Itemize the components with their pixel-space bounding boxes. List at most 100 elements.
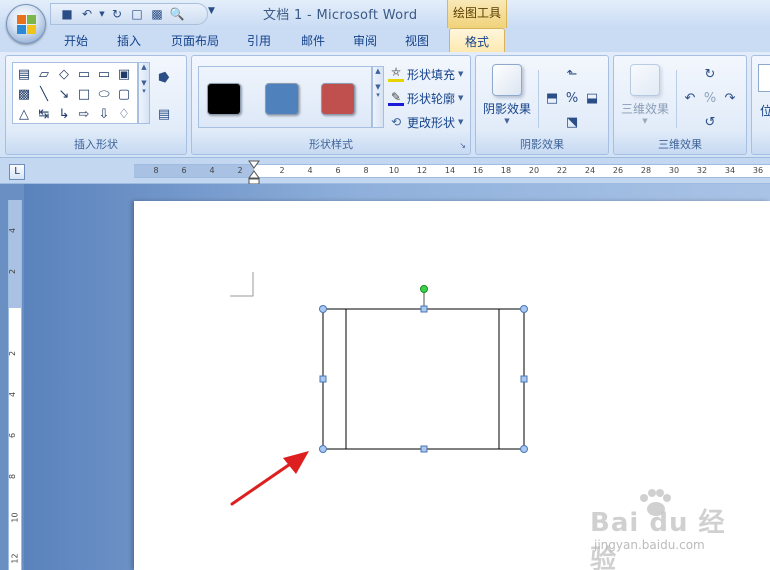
tilt-left-icon[interactable]: ↶ <box>682 90 698 106</box>
indent-markers-icon[interactable] <box>248 160 260 186</box>
shape-rectangle-icon[interactable]: ▭ <box>95 65 113 83</box>
customize-qat-icon[interactable]: ▼ <box>208 6 215 16</box>
shape-rect-small-icon[interactable]: □ <box>75 85 93 103</box>
tab-home[interactable]: 开始 <box>52 28 100 52</box>
shape-parallelogram-icon[interactable]: ▱ <box>35 65 53 83</box>
tab-review[interactable]: 审阅 <box>342 28 388 52</box>
nudge-shadow-right-icon[interactable]: ⬓ <box>584 90 600 106</box>
office-logo-icon <box>17 15 37 35</box>
shape-rounded-rect-icon[interactable]: ▭ <box>75 65 93 83</box>
shape-outline-button[interactable]: ✎ 形状轮廓 ▼ <box>388 88 463 108</box>
shape-fill-button[interactable]: ⛤ 形状填充 ▼ <box>388 64 463 84</box>
ruler-tick-label: 14 <box>444 166 456 175</box>
save-icon[interactable]: ■ <box>59 6 75 22</box>
new-icon[interactable]: □ <box>129 6 145 22</box>
shape-elbow-arrow-icon[interactable]: ↳ <box>55 105 73 123</box>
nudge-shadow-down-icon[interactable]: ⬔ <box>564 114 580 130</box>
shape-arrow-line-icon[interactable]: ↘ <box>55 85 73 103</box>
ruler-tick-label: 24 <box>584 166 596 175</box>
shadow-on-off-icon[interactable]: % <box>564 90 580 106</box>
separator <box>676 70 677 128</box>
tilt-up-icon[interactable]: ↻ <box>702 66 718 82</box>
print-preview-icon[interactable]: 🔍 <box>169 6 185 22</box>
chevron-down-icon: ▼ <box>458 70 464 78</box>
shadow-effects-icon <box>492 64 522 96</box>
shape-freeform-icon[interactable]: ♢ <box>115 105 133 123</box>
vertical-ruler[interactable]: 4 2 2 4 6 8 10 12 <box>8 200 22 570</box>
group-label-3d-effects: 三维效果 <box>658 138 702 151</box>
shape-oval-icon[interactable]: ⬭ <box>95 85 113 103</box>
paint-bucket-icon: ⛤ <box>388 65 404 82</box>
nudge-shadow-up-icon[interactable]: ⬑ <box>564 66 580 82</box>
tilt-down-icon[interactable]: ↺ <box>702 114 718 130</box>
ruler-left-margin <box>134 165 254 177</box>
shape-right-arrow-icon[interactable]: ⇨ <box>75 105 93 123</box>
shape-style-swatch-blue[interactable] <box>265 83 299 115</box>
shapes-gallery[interactable]: ▤ ▱ ◇ ▭ ▭ ▣ ▩ ╲ ↘ □ ⬭ ▢ △ ↹ ↳ ⇨ ⇩ ♢ <box>12 62 138 124</box>
add-text-icon[interactable]: ▤ <box>156 106 172 122</box>
ruler-tick-label: 28 <box>640 166 652 175</box>
shape-style-swatch-red[interactable] <box>321 83 355 115</box>
chevron-down-icon: ▼ <box>458 94 464 102</box>
edit-shape-points-icon[interactable]: ⭓ <box>156 70 172 86</box>
shape-rounded-icon[interactable]: ▢ <box>115 85 133 103</box>
quick-access-toolbar: ■ ↶ ▼ ↻ □ ▩ 🔍 <box>50 3 208 25</box>
shape-textbox-icon[interactable]: ▤ <box>15 65 33 83</box>
tab-view[interactable]: 视图 <box>394 28 440 52</box>
watermark-url: jingyan.baidu.com <box>594 538 705 552</box>
ruler-tick-label: 2 <box>8 350 18 357</box>
watermark-brand: Bai du 经验 <box>590 508 726 570</box>
group-arrange-partial: 位 <box>751 55 770 155</box>
shape-diamond-icon[interactable]: ◇ <box>55 65 73 83</box>
tilt-right-icon[interactable]: ↷ <box>722 90 738 106</box>
shape-line-icon[interactable]: ╲ <box>35 85 53 103</box>
ruler-tick-label: 26 <box>612 166 624 175</box>
shape-styles-gallery[interactable] <box>198 66 372 128</box>
shape-styles-scroll[interactable]: ▲ ▼ ▾ <box>372 66 384 128</box>
ruler-tick-label: 4 <box>307 166 313 175</box>
redo-icon[interactable]: ↻ <box>109 6 125 22</box>
ruler-tick-label: 4 <box>8 227 18 234</box>
ribbon: ▤ ▱ ◇ ▭ ▭ ▣ ▩ ╲ ↘ □ ⬭ ▢ △ ↹ ↳ ⇨ ⇩ ♢ ▲ ▼ ▾ … <box>0 52 770 158</box>
tab-page-layout[interactable]: 页面布局 <box>160 28 230 52</box>
horizontal-ruler[interactable]: 8 6 4 2 2 4 6 8 10 12 14 16 18 20 22 24 26 28 30 32 34 36 <box>134 164 770 178</box>
shapes-gallery-scroll[interactable]: ▲ ▼ ▾ <box>138 62 150 124</box>
undo-icon[interactable]: ↶ <box>79 6 95 22</box>
nudge-shadow-left-icon[interactable]: ⬒ <box>544 90 560 106</box>
group-insert-shapes: ▤ ▱ ◇ ▭ ▭ ▣ ▩ ╲ ↘ □ ⬭ ▢ △ ↹ ↳ ⇨ ⇩ ♢ ▲ ▼ ▾ … <box>5 55 187 155</box>
ruler-tick-label: 36 <box>752 166 764 175</box>
ruler-tick-label: 12 <box>10 553 20 564</box>
tab-format[interactable]: 格式 <box>449 28 505 52</box>
shadow-effects-button[interactable]: 阴影效果 ▼ <box>478 62 536 132</box>
group-label-shadow-effects: 阴影效果 <box>520 138 564 151</box>
tab-references[interactable]: 引用 <box>236 28 282 52</box>
shape-style-swatch-black[interactable] <box>207 83 241 115</box>
tab-selector-icon[interactable]: L <box>9 164 25 180</box>
ruler-bar: L 8 6 4 2 2 4 6 8 10 12 14 16 18 20 22 24 26 28 30 32 34 36 <box>0 158 770 184</box>
tab-insert[interactable]: 插入 <box>106 28 152 52</box>
ruler-tick-label: 20 <box>528 166 540 175</box>
position-button-label[interactable]: 位 <box>760 102 770 119</box>
dialog-launcher-icon[interactable]: ↘ <box>459 141 466 150</box>
group-shape-styles: ▲ ▼ ▾ ⛤ 形状填充 ▼ ✎ 形状轮廓 ▼ ⟲ 更改形状 ▼ 形状样式 ↘ <box>191 55 471 155</box>
ribbon-tabs: 开始 插入 页面布局 引用 邮件 审阅 视图 格式 <box>0 28 770 52</box>
3d-effects-icon <box>630 64 660 96</box>
shape-elbow-connector-icon[interactable]: ↹ <box>35 105 53 123</box>
print-icon[interactable]: ▩ <box>149 6 165 22</box>
ruler-tick-label: 2 <box>8 268 18 275</box>
3d-effects-button[interactable]: 三维效果 ▼ <box>616 62 674 132</box>
change-shape-button[interactable]: ⟲ 更改形状 ▼ <box>388 112 463 132</box>
shape-outline-label: 形状轮廓 <box>407 91 456 106</box>
shape-triangle-icon[interactable]: △ <box>15 105 33 123</box>
ruler-tick-label: 8 <box>8 473 18 480</box>
shape-vertical-textbox-icon[interactable]: ▩ <box>15 85 33 103</box>
ruler-tick-label: 30 <box>668 166 680 175</box>
shape-label-icon[interactable]: ▣ <box>115 65 133 83</box>
shape-down-arrow-icon[interactable]: ⇩ <box>95 105 113 123</box>
office-button[interactable] <box>6 4 46 44</box>
3d-on-off-icon[interactable]: % <box>702 90 718 106</box>
ruler-tick-label: 18 <box>500 166 512 175</box>
undo-dropdown-icon[interactable]: ▼ <box>99 6 105 22</box>
ruler-tick-label: 8 <box>153 166 159 175</box>
tab-mailings[interactable]: 邮件 <box>290 28 336 52</box>
